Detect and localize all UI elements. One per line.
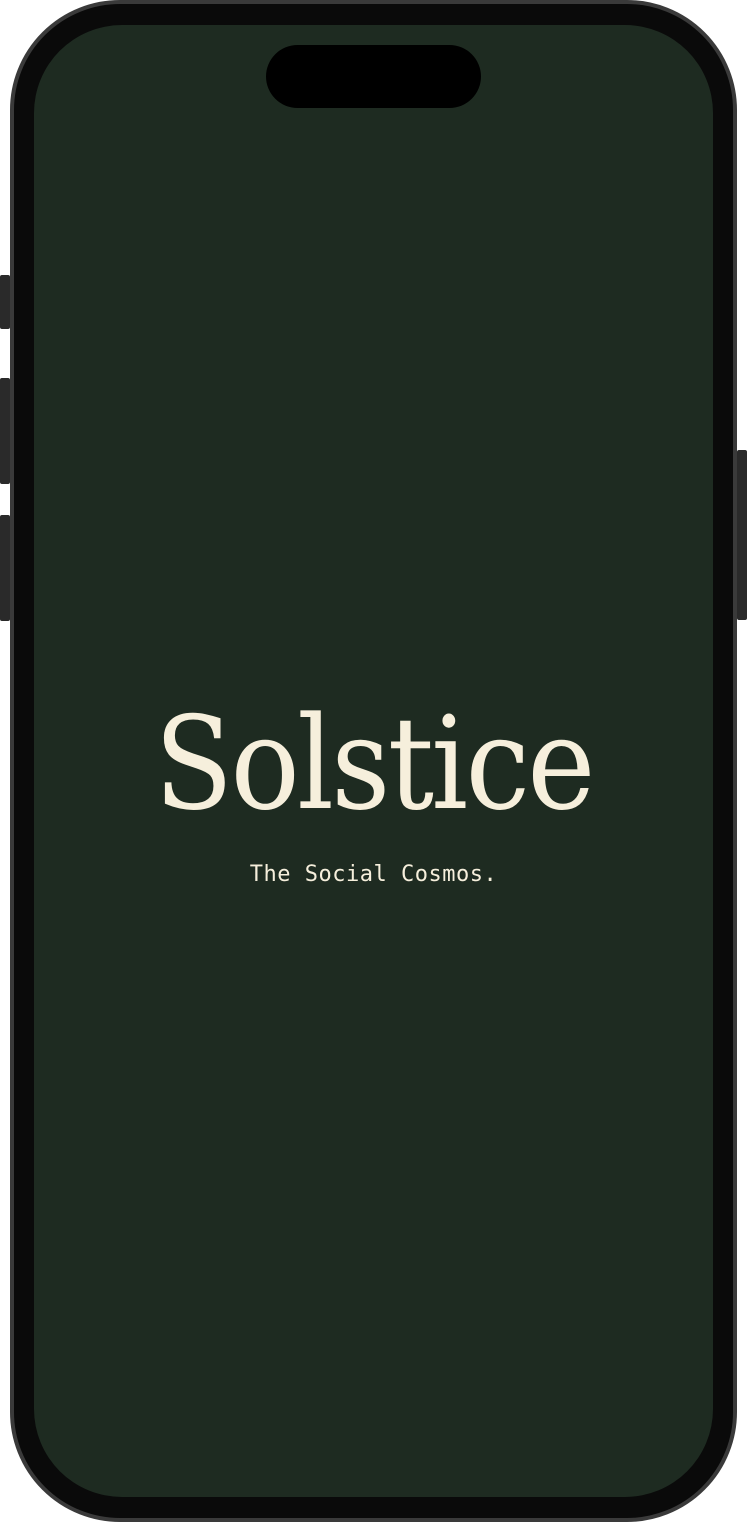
- volume-up-button[interactable]: [0, 378, 10, 484]
- app-logo-wordmark: Solstice: [154, 690, 595, 839]
- volume-down-button[interactable]: [0, 515, 10, 621]
- dynamic-island: [266, 45, 481, 108]
- action-button[interactable]: [0, 275, 10, 329]
- app-tagline: The Social Cosmos.: [249, 862, 498, 887]
- power-button[interactable]: [737, 450, 747, 620]
- splash-screen: Solstice The Social Cosmos.: [34, 25, 713, 1497]
